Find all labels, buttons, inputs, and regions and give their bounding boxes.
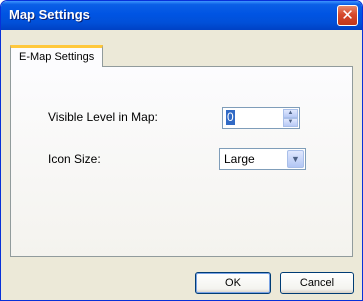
tab-label: E-Map Settings xyxy=(19,51,95,63)
spin-down-button[interactable]: ▼ xyxy=(283,118,298,127)
title-bar[interactable]: Map Settings ✕ xyxy=(1,1,362,30)
ok-button[interactable]: OK xyxy=(195,272,271,294)
icon-size-value: Large xyxy=(224,152,255,166)
close-icon: ✕ xyxy=(341,6,354,24)
chevron-up-icon: ▲ xyxy=(287,110,294,116)
window-title: Map Settings xyxy=(9,7,90,22)
spinner-buttons: ▲ ▼ xyxy=(283,109,298,127)
icon-size-label: Icon Size: xyxy=(48,152,101,166)
visible-level-label: Visible Level in Map: xyxy=(48,110,158,124)
chevron-down-icon: ▼ xyxy=(287,119,294,125)
spin-up-button[interactable]: ▲ xyxy=(283,109,298,118)
visible-level-value[interactable]: 0 xyxy=(226,110,235,125)
close-button[interactable]: ✕ xyxy=(337,5,358,26)
cancel-button[interactable]: Cancel xyxy=(280,272,354,294)
visible-level-spinner[interactable]: 0 ▲ ▼ xyxy=(222,107,300,129)
chevron-down-icon: ▼ xyxy=(291,154,300,164)
tab-e-map-settings[interactable]: E-Map Settings xyxy=(10,45,104,67)
icon-size-select[interactable]: Large ▼ xyxy=(219,148,306,170)
dropdown-button[interactable]: ▼ xyxy=(287,150,304,168)
map-settings-dialog: Map Settings ✕ E-Map Settings Visible Le… xyxy=(0,0,363,301)
